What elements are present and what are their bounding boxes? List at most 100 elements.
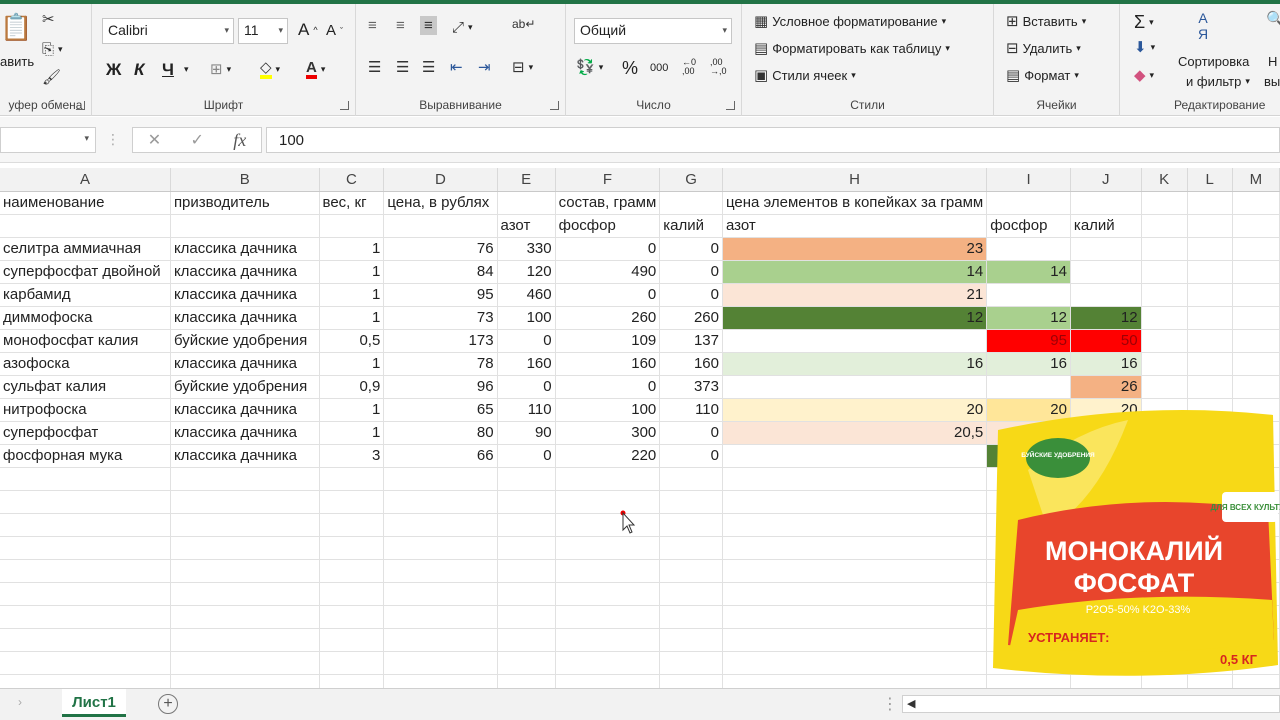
paste-label[interactable]: авить: [0, 54, 34, 69]
cell-d[interactable]: [383, 513, 498, 537]
cell-h[interactable]: 12: [722, 306, 988, 330]
cell-c[interactable]: [319, 651, 385, 675]
insert-cells-button[interactable]: ⊞ Вставить ▾: [1006, 14, 1086, 29]
cell-g[interactable]: калий: [659, 214, 723, 238]
shrink-font-icon[interactable]: Aˇ: [326, 22, 343, 39]
enter-icon[interactable]: ✓: [190, 130, 203, 150]
cell-a[interactable]: [0, 214, 171, 238]
cell-g[interactable]: 0: [659, 421, 723, 445]
horizontal-scrollbar[interactable]: ◀: [902, 695, 1280, 713]
align-middle-icon[interactable]: ≡: [396, 18, 405, 33]
cell-h[interactable]: [722, 674, 988, 688]
cell-l[interactable]: [1187, 306, 1233, 330]
cell-c[interactable]: 1: [319, 237, 385, 261]
cell-h[interactable]: цена элементов в копейках за грамм: [722, 191, 988, 215]
grow-font-icon[interactable]: A ^: [298, 20, 318, 40]
cell-a[interactable]: [0, 674, 171, 688]
paste-button[interactable]: 📋: [0, 14, 32, 40]
sort-filter-icon[interactable]: АЯ: [1198, 11, 1208, 41]
cell-e[interactable]: 0: [497, 375, 556, 399]
cell-c[interactable]: [319, 490, 385, 514]
cell-a[interactable]: [0, 582, 171, 606]
sort-filter-label-1[interactable]: Сортировка: [1178, 54, 1249, 69]
cell-h[interactable]: [722, 329, 988, 353]
cell-b[interactable]: классика дачника: [170, 237, 320, 261]
column-header-a[interactable]: A: [0, 168, 171, 192]
cell-g[interactable]: [659, 605, 723, 629]
cell-h[interactable]: [722, 467, 988, 491]
cell-c[interactable]: 1: [319, 260, 385, 284]
cell-f[interactable]: 0: [555, 283, 661, 307]
cell-j[interactable]: [1070, 283, 1142, 307]
cell-j[interactable]: 16: [1070, 352, 1142, 376]
cell-i[interactable]: [986, 283, 1071, 307]
cell-a[interactable]: суперфосфат двойной: [0, 260, 171, 284]
cell-e[interactable]: [497, 605, 556, 629]
fill-color-icon[interactable]: ◇ ▾: [260, 60, 280, 79]
cell-g[interactable]: [659, 582, 723, 606]
cell-g[interactable]: 110: [659, 398, 723, 422]
cell-e[interactable]: 160: [497, 352, 556, 376]
align-bottom-icon[interactable]: ≡: [420, 16, 437, 35]
cell-i[interactable]: 14: [986, 260, 1071, 284]
cell-g[interactable]: 0: [659, 444, 723, 468]
cell-c[interactable]: 1: [319, 398, 385, 422]
cell-m[interactable]: [1232, 352, 1280, 376]
formula-input[interactable]: 100: [266, 127, 1280, 153]
cell-h[interactable]: азот: [722, 214, 988, 238]
format-as-table-button[interactable]: ▤ Форматировать как таблицу ▾: [754, 41, 950, 56]
cell-g[interactable]: 160: [659, 352, 723, 376]
cell-a[interactable]: [0, 651, 171, 675]
cell-d[interactable]: [383, 536, 498, 560]
cell-b[interactable]: [170, 536, 320, 560]
cell-d[interactable]: 96: [383, 375, 498, 399]
increase-decimal-icon[interactable]: ←0,00: [682, 58, 696, 76]
cell-e[interactable]: азот: [497, 214, 556, 238]
percent-button[interactable]: %: [622, 58, 638, 79]
cell-a[interactable]: сульфат калия: [0, 375, 171, 399]
cell-k[interactable]: [1141, 375, 1188, 399]
cell-h[interactable]: 20,5: [722, 421, 988, 445]
cell-c[interactable]: 3: [319, 444, 385, 468]
cell-k[interactable]: [1141, 283, 1188, 307]
tab-scroll-right-icon[interactable]: ›: [18, 695, 22, 709]
cell-l[interactable]: [1187, 283, 1233, 307]
cell-b[interactable]: [170, 674, 320, 688]
cell-e[interactable]: 120: [497, 260, 556, 284]
decrease-decimal-icon[interactable]: ,00 →,0: [710, 58, 727, 76]
column-header-m[interactable]: M: [1232, 168, 1280, 192]
cell-f[interactable]: 100: [555, 398, 661, 422]
add-sheet-button[interactable]: +: [158, 694, 178, 714]
column-header-l[interactable]: L: [1187, 168, 1233, 192]
format-painter-icon[interactable]: 🖌: [42, 70, 61, 85]
cell-d[interactable]: [383, 214, 498, 238]
align-center-icon[interactable]: ☰: [396, 60, 409, 75]
cell-j[interactable]: 50: [1070, 329, 1142, 353]
cell-d[interactable]: 95: [383, 283, 498, 307]
font-name-select[interactable]: Calibri ▾: [102, 18, 234, 44]
column-header-h[interactable]: H: [722, 168, 988, 192]
cell-j[interactable]: 12: [1070, 306, 1142, 330]
cell-f[interactable]: [555, 467, 661, 491]
alignment-launcher-icon[interactable]: [550, 101, 559, 110]
bold-button[interactable]: Ж: [106, 60, 121, 80]
cell-m[interactable]: [1232, 329, 1280, 353]
cell-c[interactable]: [319, 559, 385, 583]
cell-e[interactable]: 460: [497, 283, 556, 307]
cell-b[interactable]: классика дачника: [170, 398, 320, 422]
column-header-e[interactable]: E: [497, 168, 556, 192]
cell-b[interactable]: [170, 559, 320, 583]
cell-b[interactable]: [170, 513, 320, 537]
cell-k[interactable]: [1141, 352, 1188, 376]
cell-d[interactable]: 73: [383, 306, 498, 330]
cell-a[interactable]: [0, 467, 171, 491]
cell-h[interactable]: [722, 628, 988, 652]
scroll-left-icon[interactable]: ◀: [907, 697, 915, 710]
cell-f[interactable]: 300: [555, 421, 661, 445]
cell-j[interactable]: 26: [1070, 375, 1142, 399]
cell-a[interactable]: нитрофоска: [0, 398, 171, 422]
font-size-select[interactable]: 11 ▾: [238, 18, 288, 44]
italic-button[interactable]: К: [134, 60, 144, 80]
cell-c[interactable]: 0,5: [319, 329, 385, 353]
cell-l[interactable]: [1187, 237, 1233, 261]
